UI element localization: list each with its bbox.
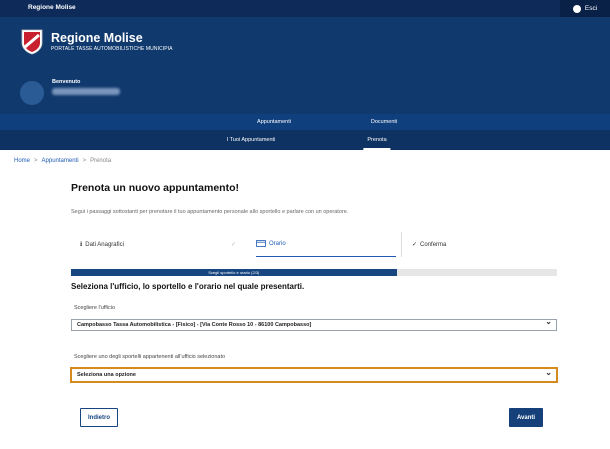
step-label: Dati Anagrafici [85, 241, 124, 248]
progress-label: Scegli sportello e orario (2/3) [208, 270, 260, 275]
back-button[interactable]: Indietro [80, 408, 118, 427]
progress-bar: Scegli sportello e orario (2/3) [71, 269, 557, 276]
username-redacted [52, 88, 120, 95]
breadcrumb-separator: > [82, 158, 87, 164]
avatar [20, 81, 44, 105]
nav-prenota[interactable]: Prenota [363, 137, 391, 150]
welcome-label: Benvenuto [52, 79, 81, 85]
site-subtitle: PORTALE TASSE AUTOMOBILISTICHE MUNICIPIA [51, 46, 173, 52]
breadcrumb-appuntamenti[interactable]: Appuntamenti [42, 158, 79, 164]
breadcrumb-current: Prenota [90, 158, 112, 164]
nav-documenti[interactable]: Documenti [371, 119, 397, 125]
step-dati-anagrafici[interactable]: ℹ Dati Anagrafici ✓ [80, 232, 240, 257]
info-icon: ℹ [80, 242, 83, 248]
sportello-label: Scegliere uno degli sportelli appartenen… [74, 354, 226, 360]
step-label: Conferma [420, 241, 447, 248]
primary-nav: Appuntamenti Documenti [0, 114, 610, 130]
step-label: Orario [269, 241, 286, 247]
region-crest-icon [21, 29, 43, 55]
logout-label: Esci [584, 5, 598, 12]
slim-header-title: Regione Molise [28, 4, 76, 11]
secondary-nav: I Tuoi Appuntamenti Prenota [0, 130, 610, 150]
nav-appuntamenti[interactable]: Appuntamenti [257, 119, 291, 125]
office-label: Scegliere l'ufficio [74, 305, 115, 311]
breadcrumb-home[interactable]: Home [14, 158, 30, 164]
site-title: Regione Molise [51, 31, 143, 45]
breadcrumb-separator: > [34, 158, 38, 164]
breadcrumb: Home > Appuntamenti > Prenota [14, 158, 111, 164]
logout-button[interactable]: Esci [560, 0, 610, 17]
sportello-select[interactable]: Seleziona una opzione [71, 367, 557, 382]
check-icon: ✓ [412, 242, 418, 248]
page-intro: Segui i passaggi sottostanti per prenota… [71, 209, 349, 215]
calendar-icon [256, 239, 266, 249]
step-orario[interactable]: Orario [256, 232, 396, 257]
section-title: Seleziona l'ufficio, lo sportello e l'or… [71, 282, 305, 291]
slim-header: Regione Molise Esci [0, 0, 610, 17]
nav-i-tuoi-appuntamenti[interactable]: I Tuoi Appuntamenti [227, 137, 276, 143]
user-icon [572, 4, 581, 13]
step-conferma[interactable]: ✓ Conferma [401, 232, 557, 257]
site-header: Regione Molise PORTALE TASSE AUTOMOBILIS… [0, 17, 610, 114]
stepper: ℹ Dati Anagrafici ✓ Orario ✓ Conferma [71, 232, 557, 257]
office-select[interactable]: Campobasso Tassa Automobilistica - [Fisi… [71, 317, 557, 331]
check-icon: ✓ [230, 242, 236, 248]
page-title: Prenota un nuovo appuntamento! [71, 182, 239, 194]
next-button[interactable]: Avanti [509, 408, 543, 427]
